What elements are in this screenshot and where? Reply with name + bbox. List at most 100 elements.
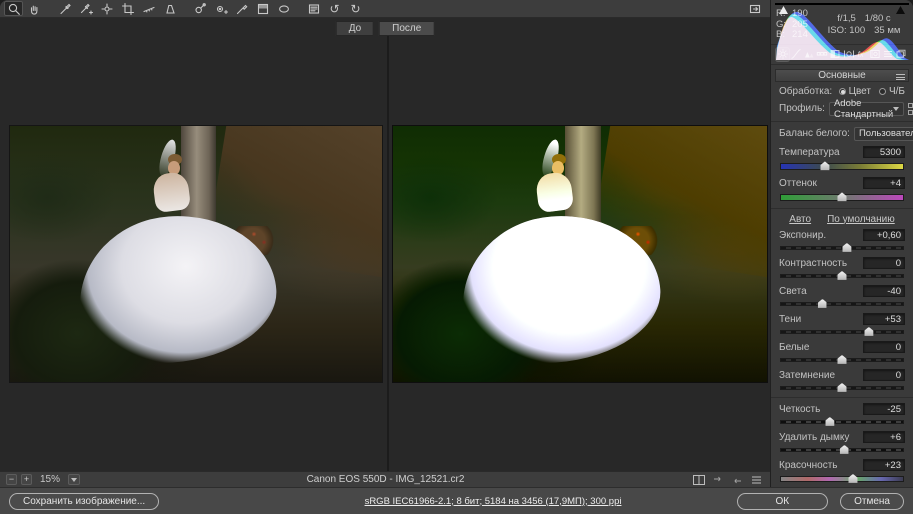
- slider-thumb[interactable]: [842, 243, 851, 252]
- rotate-left-icon[interactable]: ↺: [325, 1, 344, 16]
- red-eye-tool-icon[interactable]: [211, 1, 230, 16]
- slider-value-input[interactable]: 0: [863, 341, 905, 353]
- slider-track[interactable]: [780, 163, 904, 170]
- chevron-down-icon: [893, 107, 899, 111]
- hand-tool-icon[interactable]: [25, 1, 44, 16]
- slider-label: Тени: [779, 314, 801, 325]
- auto-link[interactable]: Авто: [789, 214, 811, 225]
- histogram: [775, 3, 909, 5]
- slider-track[interactable]: [780, 330, 904, 334]
- tone-sliders-group: Экспонир.+0,60 Контрастность 0 Света -40 Тени…: [779, 229, 905, 390]
- adjustment-brush-tool-icon[interactable]: [232, 1, 251, 16]
- radio-bw-label: Ч/Б: [889, 86, 905, 97]
- toolbar: ↺ ↻: [0, 0, 770, 18]
- before-after-view-icon[interactable]: [691, 473, 707, 486]
- slider-value-input[interactable]: +4: [863, 177, 905, 189]
- slider-track[interactable]: [780, 274, 904, 278]
- color-sampler-tool-icon[interactable]: [76, 1, 95, 16]
- copy-settings-icon[interactable]: [729, 473, 745, 486]
- swap-before-after-icon[interactable]: [710, 473, 726, 486]
- slider-exposure: Экспонир.+0,60: [779, 229, 905, 250]
- white-balance-tool-icon[interactable]: [55, 1, 74, 16]
- before-preview-image[interactable]: [10, 126, 382, 382]
- slider-value-input[interactable]: -25: [863, 403, 905, 415]
- process-label: Обработка:: [779, 86, 832, 97]
- slider-clarity: Четкость -25: [779, 403, 905, 424]
- basic-controls: Обработка: Цвет Ч/Б Профиль: Adobe Станд…: [771, 85, 913, 514]
- radio-bw[interactable]: Ч/Б: [879, 86, 905, 97]
- fullscreen-toggle-icon[interactable]: [745, 1, 764, 16]
- rotate-right-icon[interactable]: ↻: [346, 1, 365, 16]
- targeted-adjustment-tool-icon[interactable]: [97, 1, 116, 16]
- slider-label: Четкость: [779, 404, 820, 415]
- slider-thumb[interactable]: [838, 192, 847, 201]
- slider-label: Температура: [779, 147, 840, 158]
- slider-thumb[interactable]: [864, 327, 873, 336]
- spot-removal-tool-icon[interactable]: [190, 1, 209, 16]
- radio-bw-dot: [879, 88, 886, 95]
- zoom-level-select[interactable]: 15%: [36, 474, 64, 485]
- process-row: Обработка: Цвет Ч/Б: [779, 86, 905, 97]
- panel-menu-icon[interactable]: [896, 73, 905, 82]
- slider-thumb[interactable]: [838, 271, 847, 280]
- slider-value-input[interactable]: +6: [863, 431, 905, 443]
- slider-thumb[interactable]: [848, 474, 857, 483]
- section-title: Основные: [818, 70, 865, 81]
- radial-filter-tool-icon[interactable]: [274, 1, 293, 16]
- before-after-tabs: До После: [336, 21, 435, 36]
- slider-track[interactable]: [780, 448, 904, 452]
- slider-thumb[interactable]: [838, 355, 847, 364]
- zoom-level-dropdown-button[interactable]: [68, 474, 80, 485]
- slider-value-input[interactable]: +23: [863, 459, 905, 471]
- save-image-button[interactable]: Сохранить изображение...: [9, 493, 159, 510]
- slider-thumb[interactable]: [820, 161, 829, 170]
- profile-label: Профиль:: [779, 103, 825, 114]
- slider-track[interactable]: [780, 246, 904, 250]
- white-balance-select[interactable]: Пользовательский: [854, 127, 913, 141]
- crop-tool-icon[interactable]: [118, 1, 137, 16]
- slider-value-input[interactable]: 5300: [863, 146, 905, 158]
- slider-label: Контрастность: [779, 258, 847, 269]
- slider-thumb[interactable]: [838, 383, 847, 392]
- slider-value-input[interactable]: -40: [863, 285, 905, 297]
- slider-thumb[interactable]: [840, 445, 849, 454]
- slider-thumb[interactable]: [825, 417, 834, 426]
- after-preview-image[interactable]: [393, 126, 767, 382]
- slider-track[interactable]: [780, 386, 904, 390]
- transform-tool-icon[interactable]: [160, 1, 179, 16]
- profile-browser-icon[interactable]: [908, 103, 913, 115]
- slider-track[interactable]: [780, 420, 904, 424]
- zoom-in-button[interactable]: +: [21, 474, 32, 485]
- slider-value-input[interactable]: +0,60: [863, 229, 905, 241]
- slider-label: Удалить дымку: [779, 432, 849, 443]
- slider-label: Света: [779, 286, 807, 297]
- preferences-icon[interactable]: [304, 1, 323, 16]
- ok-button[interactable]: ОК: [737, 493, 829, 510]
- slider-thumb[interactable]: [818, 299, 827, 308]
- cancel-button[interactable]: Отмена: [840, 493, 904, 510]
- graduated-filter-tool-icon[interactable]: [253, 1, 272, 16]
- slider-track[interactable]: [780, 358, 904, 362]
- profile-select[interactable]: Adobe Стандартный: [829, 102, 904, 116]
- slider-value-input[interactable]: 0: [863, 369, 905, 381]
- default-link[interactable]: По умолчанию: [827, 214, 895, 225]
- slider-track[interactable]: [780, 476, 904, 482]
- workflow-options-link[interactable]: sRGB IEC61966-2.1; 8 бит; 5184 на 3456 (…: [365, 496, 622, 507]
- section-header-basic: Основные: [775, 69, 909, 82]
- divider: [771, 208, 913, 209]
- zoom-out-button[interactable]: −: [6, 474, 17, 485]
- slider-track[interactable]: [780, 194, 904, 201]
- slider-value-input[interactable]: 0: [863, 257, 905, 269]
- slider-tint: Оттенок+4: [779, 177, 905, 201]
- tab-before[interactable]: До: [336, 21, 374, 36]
- camera-raw-window: ↺ ↻ До После: [0, 0, 913, 514]
- radio-color[interactable]: Цвет: [839, 86, 871, 97]
- white-balance-label: Баланс белого:: [779, 128, 850, 139]
- workarea: ↺ ↻ До После: [0, 0, 913, 487]
- straighten-tool-icon[interactable]: [139, 1, 158, 16]
- preview-menu-icon[interactable]: [748, 473, 764, 486]
- slider-track[interactable]: [780, 302, 904, 306]
- slider-value-input[interactable]: +53: [863, 313, 905, 325]
- tab-after[interactable]: После: [379, 21, 434, 36]
- zoom-tool-icon[interactable]: [4, 1, 23, 16]
